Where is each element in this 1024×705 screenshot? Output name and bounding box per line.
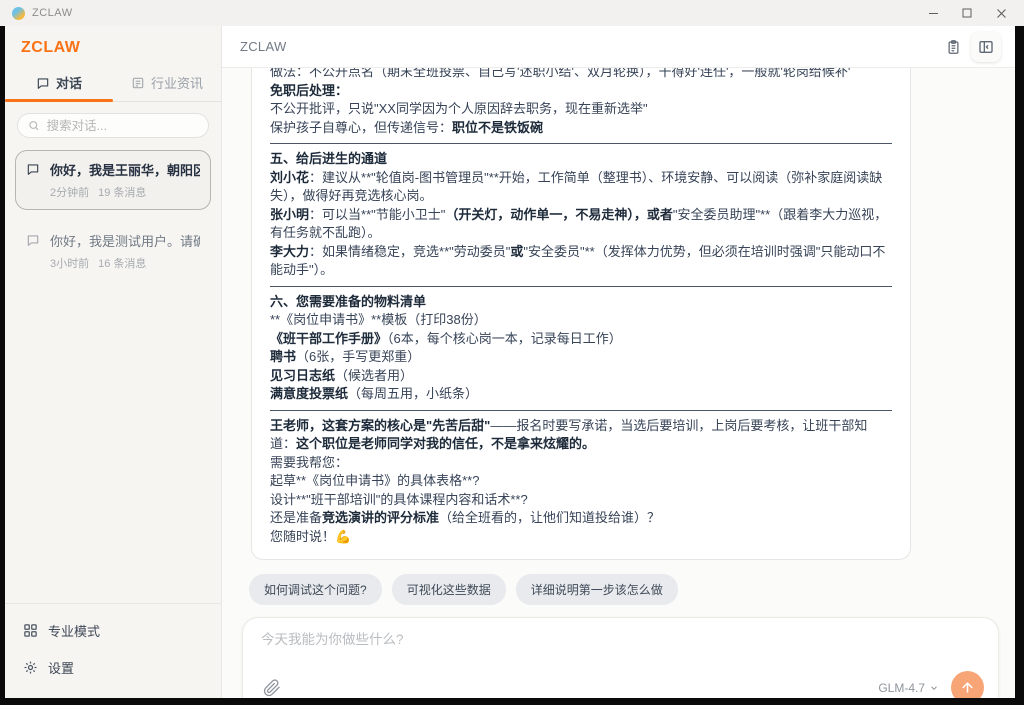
panel-toggle-icon <box>978 39 994 55</box>
suggestion-chip[interactable]: 详细说明第一步该怎么做 <box>516 574 678 605</box>
message-line: 李大力：如果情绪稳定，竞选**"劳动委员"或"安全委员"**（发挥体力优势，但必… <box>270 243 892 280</box>
chat-area: ZCLAW 做法：不公开点名（期末全班投票、自己写'述职小结'、双月轮换），干得… <box>222 26 1015 698</box>
tab-label: 对话 <box>56 73 82 92</box>
conversation-list: 你好，我是王丽华，朝阳区... 2分钟前 19 条消息你好，我是测试用户。请确...… <box>5 148 221 283</box>
message-line: 聘书（6张，手写更郑重） <box>270 348 892 367</box>
sidebar-logo: ZCLAW <box>5 26 221 66</box>
conversation-item[interactable]: 你好，我是王丽华，朝阳区... 2分钟前 19 条消息 <box>15 150 211 210</box>
chat-bubble-icon <box>26 162 40 181</box>
message-line: 刘小花：建议从**"轮值岗-图书管理员"**开始，工作简单（整理书）、环境安静、… <box>270 169 892 206</box>
message-line: 六、您需要准备的物料清单 <box>270 293 892 312</box>
footer-item-label: 设置 <box>48 658 74 677</box>
chat-icon <box>36 76 50 90</box>
tab-conversations[interactable]: 对话 <box>5 66 113 101</box>
message-line: 不公开批评，只说"XX同学因为个人原因辞去职务，现在重新选举" <box>270 100 892 119</box>
chevron-down-icon <box>929 683 939 693</box>
footer-item-label: 专业模式 <box>48 621 100 640</box>
message-line: 设计**"班干部培训"的具体课程内容和话术**? <box>270 491 892 510</box>
message-line: 起草**《岗位申请书》的具体表格**? <box>270 472 892 491</box>
sidebar-tabs: 对话 行业资讯 <box>5 66 221 102</box>
message-line: 王老师，这套方案的核心是"先苦后甜"——报名时要写承诺，当选后要培训，上岗后要考… <box>270 417 892 454</box>
clipboard-icon[interactable] <box>942 35 965 59</box>
minimize-button[interactable] <box>916 2 950 24</box>
panel-toggle-button[interactable] <box>971 32 1001 62</box>
conversation-time: 2分钟前 <box>50 184 89 200</box>
tab-label: 行业资讯 <box>151 73 203 92</box>
suggestion-chip[interactable]: 可视化这些数据 <box>392 574 506 605</box>
message-divider <box>270 286 892 287</box>
conversation-title: 你好，我是测试用户。请确... <box>50 231 200 250</box>
search-box[interactable] <box>17 113 209 138</box>
message-line: 您随时说！💪 <box>270 528 892 547</box>
message-line: **《岗位申请书》**模板（打印38份） <box>270 311 892 330</box>
composer-input[interactable] <box>261 632 984 647</box>
send-button[interactable] <box>951 671 984 698</box>
gear-icon <box>23 660 38 675</box>
page-title: ZCLAW <box>240 39 287 54</box>
maximize-button[interactable] <box>950 2 984 24</box>
suggestion-chips: 如何调试这个问题? 可视化这些数据详细说明第一步该怎么做 <box>249 574 999 605</box>
message-line: 《班干部工作手册》（6本，每个核心岗一本，记录每日工作） <box>270 330 892 349</box>
pro-mode-item[interactable]: 专业模式 <box>5 612 221 649</box>
model-label: GLM-4.7 <box>878 681 925 695</box>
titlebar-app-name: ZCLAW <box>32 7 73 19</box>
message-line: 见习日志纸（候选者用） <box>270 367 892 386</box>
message-line: 需要我帮您： <box>270 454 892 473</box>
main-header: ZCLAW <box>222 26 1015 68</box>
composer[interactable]: GLM-4.7 <box>242 617 999 698</box>
message-line: 免职后处理： <box>270 82 892 101</box>
assistant-message: 做法：不公开点名（期末全班投票、自己写'述职小结'、双月轮换），干得好'连任'，… <box>251 68 911 560</box>
conversation-item[interactable]: 你好，我是测试用户。请确... 3小时前 16 条消息 <box>15 221 211 281</box>
conversation-count: 19 条消息 <box>98 184 146 200</box>
message-divider <box>270 143 892 144</box>
conversation-title: 你好，我是王丽华，朝阳区... <box>50 160 200 179</box>
news-icon <box>131 76 145 90</box>
app-logo-icon <box>12 7 25 20</box>
message-line: 满意度投票纸（每周五用，小纸条） <box>270 385 892 404</box>
conversation-count: 16 条消息 <box>98 255 146 271</box>
chat-scroll-region[interactable]: 做法：不公开点名（期末全班投票、自己写'述职小结'、双月轮换），干得好'连任'，… <box>222 68 1015 698</box>
message-line: 张小明：可以当**"节能小卫士"（开关灯，动作单一，不易走神），或者"安全委员助… <box>270 206 892 243</box>
app-window: ZCLAW 对话行业资讯 你好，我是王丽华，朝阳区...2分钟前19 条消息你好… <box>5 26 1015 698</box>
search-icon <box>28 119 40 132</box>
message-line: 做法：不公开点名（期末全班投票、自己写'述职小结'、双月轮换），干得好'连任'，… <box>270 68 892 82</box>
active-tab-underline <box>5 99 113 102</box>
os-titlebar: ZCLAW <box>0 0 1024 26</box>
attach-button[interactable] <box>261 677 283 699</box>
paperclip-icon <box>263 679 281 697</box>
close-button[interactable] <box>984 2 1018 24</box>
sidebar-footer: 专业模式设置 <box>5 603 221 698</box>
chat-bubble-icon <box>26 233 40 252</box>
model-selector[interactable]: GLM-4.7 <box>878 681 939 695</box>
settings-item[interactable]: 设置 <box>5 649 221 686</box>
message-line: 五、给后进生的通道 <box>270 150 892 169</box>
message-line: 保护孩子自尊心，但传递信号：职位不是铁饭碗 <box>270 119 892 138</box>
suggestion-chip[interactable]: 如何调试这个问题? <box>249 574 382 605</box>
search-input[interactable] <box>47 119 198 133</box>
grid-icon <box>23 623 38 638</box>
arrow-up-icon <box>960 680 975 695</box>
message-line: 还是准备竞选演讲的评分标准（给全班看的，让他们知道投给谁）？ <box>270 509 892 528</box>
message-divider <box>270 410 892 411</box>
conversation-time: 3小时前 <box>50 255 89 271</box>
tab-industry-news[interactable]: 行业资讯 <box>113 66 221 101</box>
sidebar: ZCLAW 对话行业资讯 你好，我是王丽华，朝阳区...2分钟前19 条消息你好… <box>5 26 222 698</box>
